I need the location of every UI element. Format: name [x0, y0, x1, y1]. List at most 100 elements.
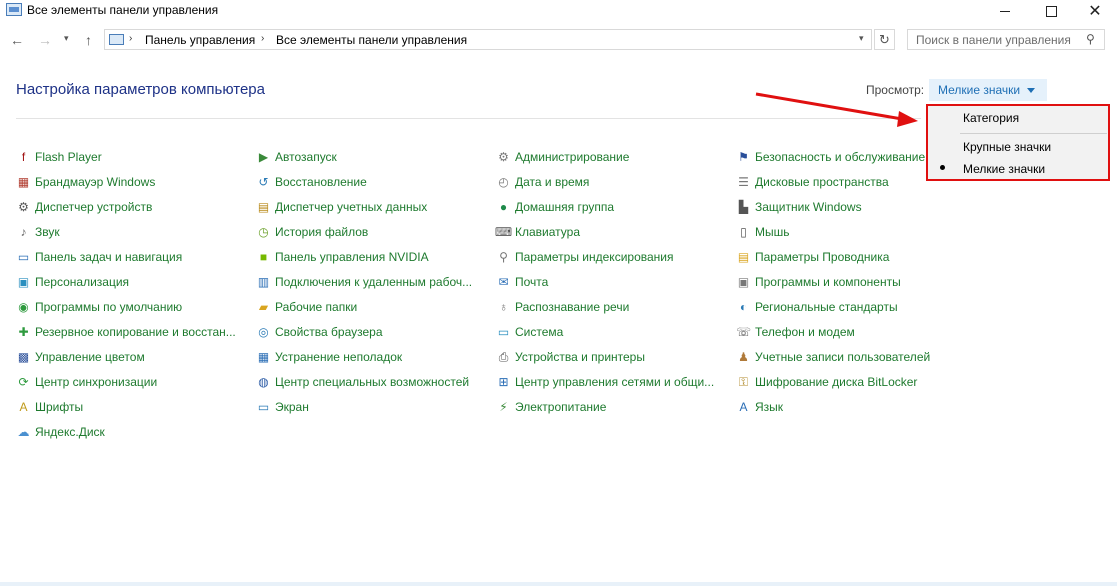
work-folders-icon: ▰ — [258, 299, 269, 314]
control-panel-item[interactable]: ☏ Телефон и модем — [736, 323, 855, 341]
control-panel-item[interactable]: ▯ Мышь — [736, 223, 789, 241]
control-panel-item-label: Параметры индексирования — [515, 250, 674, 264]
control-panel-item[interactable]: f Flash Player — [16, 148, 102, 166]
control-panel-item[interactable]: ☁ Яндекс.Диск — [16, 423, 105, 441]
phone-modem-icon: ☏ — [736, 324, 752, 339]
refresh-button[interactable]: ↻ — [874, 29, 895, 50]
up-arrow-icon[interactable]: ↑ — [85, 32, 92, 48]
control-panel-item-label: Безопасность и обслуживание — [755, 150, 926, 164]
sync-center-icon: ⟳ — [18, 374, 29, 389]
control-panel-item[interactable]: ▣ Персонализация — [16, 273, 129, 291]
control-panel-item[interactable]: ▭ Панель задач и навигация — [16, 248, 182, 266]
search-icon[interactable]: ⚲ — [1086, 32, 1095, 46]
keyboard-icon: ⌨ — [494, 224, 513, 239]
control-panel-item[interactable]: ▙ Защитник Windows — [736, 198, 862, 216]
control-panel-item[interactable]: ⚡ Электропитание — [496, 398, 606, 416]
control-panel-item[interactable]: ⌨ Клавиатура — [494, 223, 580, 241]
breadcrumb-separator-icon[interactable]: › — [261, 33, 264, 44]
personalization-icon: ▣ — [17, 274, 30, 289]
close-button[interactable]: ✕ — [1072, 0, 1117, 22]
control-panel-item[interactable]: ▣ Программы и компоненты — [736, 273, 901, 291]
control-panel-item[interactable]: ⚙ Диспетчер устройств — [16, 198, 152, 216]
control-panel-item[interactable]: A Язык — [736, 398, 783, 416]
minimize-button[interactable] — [982, 0, 1028, 22]
control-panel-item-label: Резервное копирование и восстан... — [35, 325, 236, 339]
region-icon: ◐ — [739, 299, 748, 314]
control-panel-item[interactable]: ▤ Диспетчер учетных данных — [256, 198, 427, 216]
recent-locations-icon[interactable]: ▾ — [64, 33, 69, 44]
fonts-icon: A — [19, 399, 28, 414]
address-dropdown-icon[interactable]: ▾ — [859, 33, 864, 44]
control-panel-item[interactable]: ● Домашняя группа — [496, 198, 614, 216]
control-panel-item[interactable]: ✚ Резервное копирование и восстан... — [16, 323, 236, 341]
color-management-icon: ▩ — [17, 349, 30, 364]
search-box[interactable]: ⚲ — [907, 29, 1105, 50]
control-panel-item[interactable]: ■ Панель управления NVIDIA — [256, 248, 429, 266]
flash-player-icon: f — [21, 149, 26, 164]
control-panel-item[interactable]: ▭ Экран — [256, 398, 309, 416]
control-panel-item-label: Центр синхронизации — [35, 375, 158, 389]
control-panel-item[interactable]: ⚿ Шифрование диска BitLocker — [736, 373, 918, 391]
control-panel-item-label: Устройства и принтеры — [515, 350, 645, 364]
control-panel-item-label: Свойства браузера — [275, 325, 383, 339]
bitlocker-icon: ⚿ — [738, 374, 749, 389]
power-options-icon: ⚡ — [499, 399, 508, 414]
display-icon: ▭ — [257, 399, 270, 414]
control-panel-item-label: Восстановление — [275, 175, 367, 189]
control-panel-item[interactable]: ▤ Параметры Проводника — [736, 248, 890, 266]
control-panel-item[interactable]: ⚑ Безопасность и обслуживание — [736, 148, 925, 166]
control-panel-item[interactable]: ◎ Свойства браузера — [256, 323, 383, 341]
control-panel-item-label: Центр управления сетями и общи... — [515, 375, 715, 389]
control-panel-item[interactable]: ▶ Автозапуск — [256, 148, 337, 166]
language-icon: A — [739, 399, 748, 414]
default-programs-icon: ◉ — [18, 299, 29, 314]
control-panel-item[interactable]: ⟳ Центр синхронизации — [16, 373, 157, 391]
sound-icon: ♪ — [20, 224, 27, 239]
control-panel-item[interactable]: ◐ Региональные стандарты — [736, 298, 898, 316]
address-bar[interactable]: › Панель управления › Все элементы панел… — [104, 29, 872, 50]
control-panel-item[interactable]: ▰ Рабочие папки — [256, 298, 357, 316]
breadcrumb-separator-icon[interactable]: › — [129, 33, 132, 44]
control-panel-item[interactable]: ✉ Почта — [496, 273, 548, 291]
control-panel-item[interactable]: ↺ Восстановление — [256, 173, 367, 191]
control-panel-item-label: Домашняя группа — [515, 200, 615, 214]
arrow-shaft — [755, 92, 903, 121]
control-panel-item[interactable]: ▥ Подключения к удаленным рабоч... — [256, 273, 472, 291]
control-panel-item[interactable]: ⊞ Центр управления сетями и общи... — [496, 373, 714, 391]
control-panel-item-label: Подключения к удаленным рабоч... — [275, 275, 473, 289]
control-panel-item[interactable]: ♪ Звук — [16, 223, 60, 241]
back-arrow-icon[interactable]: ← — [10, 32, 24, 48]
control-panel-item[interactable]: ⚲ Параметры индексирования — [496, 248, 673, 266]
control-panel-icon — [109, 34, 124, 45]
control-panel-item[interactable]: ☰ Дисковые пространства — [736, 173, 889, 191]
control-panel-item[interactable]: ▭ Система — [496, 323, 564, 341]
search-input[interactable] — [908, 30, 1086, 49]
control-panel-item[interactable]: ▦ Устранение неполадок — [256, 348, 402, 366]
control-panel-item[interactable]: ◷ История файлов — [256, 223, 368, 241]
control-panel-item-label: Дата и время — [515, 175, 590, 189]
title-bar: Все элементы панели управления ✕ — [0, 0, 1117, 22]
control-panel-item[interactable]: A Шрифты — [16, 398, 83, 416]
administrative-tools-icon: ⚙ — [498, 149, 509, 164]
control-panel-item[interactable]: ◍ Центр специальных возможностей — [256, 373, 469, 391]
red-highlight-box — [926, 104, 1110, 181]
control-panel-item[interactable]: ▩ Управление цветом — [16, 348, 145, 366]
control-panel-item[interactable]: ⎙ Устройства и принтеры — [496, 348, 645, 366]
programs-features-icon: ▣ — [737, 274, 750, 289]
control-panel-item[interactable]: ▦ Брандмауэр Windows — [16, 173, 156, 191]
speech-recognition-icon: ♁ — [499, 299, 508, 314]
close-icon: ✕ — [1088, 3, 1102, 20]
forward-arrow-icon[interactable]: → — [38, 32, 52, 48]
storage-spaces-icon: ☰ — [738, 174, 749, 189]
credential-manager-icon: ▤ — [257, 199, 270, 214]
breadcrumb-all-items[interactable]: Все элементы панели управления — [276, 33, 467, 47]
control-panel-item[interactable]: ♟ Учетные записи пользователей — [736, 348, 930, 366]
control-panel-item[interactable]: ⚙ Администрирование — [496, 148, 629, 166]
maximize-button[interactable] — [1028, 0, 1074, 22]
control-panel-item[interactable]: ♁ Распознавание речи — [496, 298, 629, 316]
control-panel-item[interactable]: ◴ Дата и время — [496, 173, 589, 191]
breadcrumb-control-panel[interactable]: Панель управления — [145, 33, 255, 47]
view-by-dropdown[interactable]: Мелкие значки — [929, 79, 1047, 101]
control-panel-item-label: Автозапуск — [275, 150, 337, 164]
control-panel-item[interactable]: ◉ Программы по умолчанию — [16, 298, 182, 316]
